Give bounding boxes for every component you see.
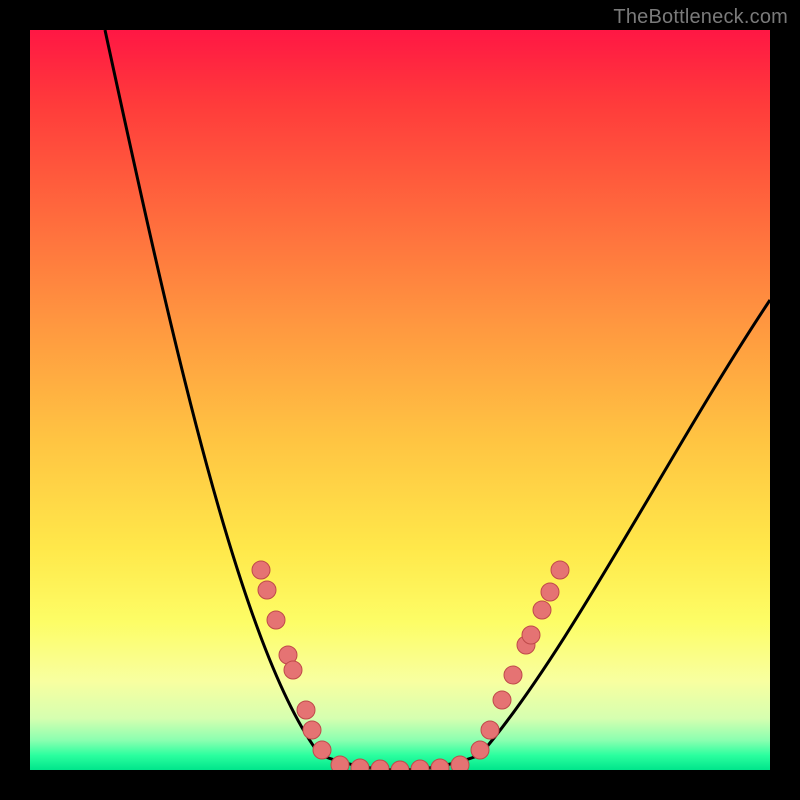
data-point — [267, 611, 285, 629]
data-point — [303, 721, 321, 739]
chart-plot-area — [30, 30, 770, 770]
data-point — [351, 759, 369, 770]
data-point — [471, 741, 489, 759]
data-point — [533, 601, 551, 619]
data-point — [451, 756, 469, 770]
data-point — [258, 581, 276, 599]
data-point — [252, 561, 270, 579]
data-point — [493, 691, 511, 709]
data-point — [504, 666, 522, 684]
bottleneck-curve — [105, 30, 770, 770]
data-point — [551, 561, 569, 579]
data-points-group — [252, 561, 569, 770]
data-point — [411, 760, 429, 770]
data-point — [522, 626, 540, 644]
data-point — [313, 741, 331, 759]
data-point — [331, 756, 349, 770]
data-point — [431, 759, 449, 770]
bottleneck-chart-svg — [30, 30, 770, 770]
data-point — [371, 760, 389, 770]
watermark-text: TheBottleneck.com — [613, 6, 788, 29]
data-point — [541, 583, 559, 601]
data-point — [297, 701, 315, 719]
data-point — [391, 761, 409, 770]
data-point — [481, 721, 499, 739]
data-point — [284, 661, 302, 679]
